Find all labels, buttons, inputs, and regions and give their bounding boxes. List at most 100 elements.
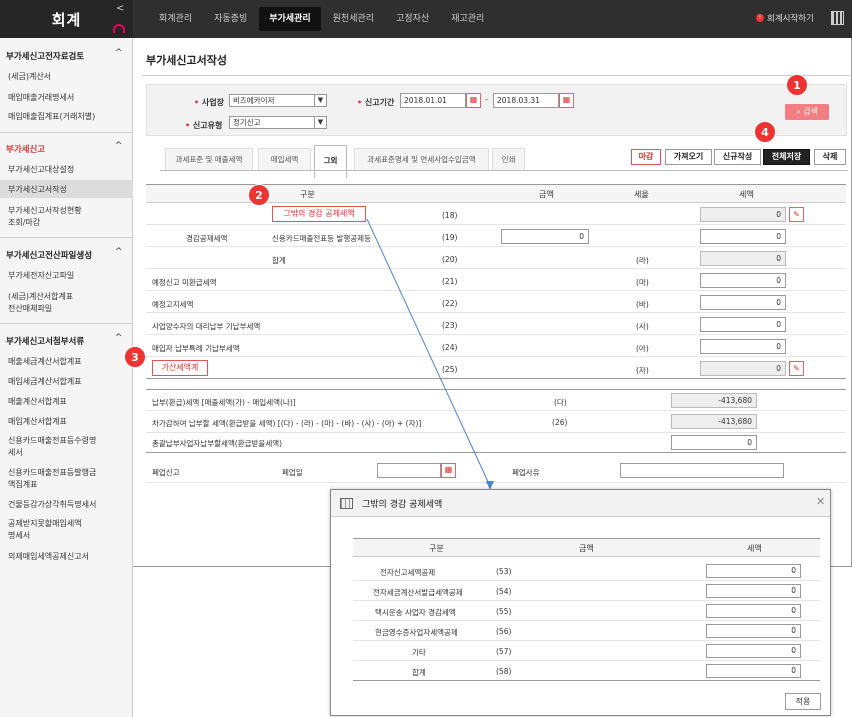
sidebar-item-attach-2[interactable]: 매입세금계산서합계표 [8,375,126,388]
type-label-text: 신고유형 [192,121,223,130]
date-to-input[interactable]: 2018.03.31 [493,93,559,108]
row-code: (다) [554,398,567,407]
tab-tax-base[interactable]: 과세표준 및 매출세액 [165,148,253,170]
sidebar-item-attach-7[interactable]: 건물등감가상각취득명세서 [8,498,126,511]
nav-item-fixed-assets[interactable]: 고정자산 [386,7,439,31]
sidebar-section-vat-report[interactable]: 부가세신고 [6,143,45,155]
sidebar-section-attachments[interactable]: 부가세신고서첨부서류 [6,335,84,347]
apply-button[interactable]: 적용 [785,693,821,710]
save-all-button[interactable]: 전체저장 [763,149,810,165]
sidebar-section-file-gen[interactable]: 부가세신고전산파일생성 [6,249,92,261]
start-guide-button[interactable]: ! 회계시작하기 [756,12,814,24]
close-button[interactable]: 마감 [631,149,661,165]
start-guide-label: 회계시작하기 [767,14,814,24]
biz-label-text: 사업장 [201,98,225,107]
tax-input[interactable]: 0 [700,229,786,244]
tax-input[interactable]: 0 [671,435,757,450]
close-icon[interactable]: ✕ [816,495,825,508]
sidebar-item-attach-1[interactable]: 매출세금계산서합계표 [8,355,126,368]
tax-input[interactable]: 0 [706,584,801,598]
pencil-icon[interactable]: ✎ [789,207,804,222]
row-code: (20) [442,255,458,264]
row-label: 예정신고 미환급세액 [152,278,217,287]
tax-input[interactable]: 0 [706,644,801,658]
other-deduction-button[interactable]: 그밖의 경감 공제세액 [272,206,366,222]
chevron-up-icon[interactable]: ^ [115,333,123,343]
calendar-icon[interactable]: ▦ [441,463,456,478]
table-row: 납부(환급)세액 [매출세액(가) - 매입세액(나)] (다) -413,68… [146,389,846,411]
tab-purchase-tax[interactable]: 매입세액 [258,148,311,170]
headset-icon[interactable] [113,24,125,33]
sidebar-item-media-file[interactable]: 전산매체파일 [8,302,126,315]
nav-item-withholding[interactable]: 원천세관리 [323,7,384,31]
sidebar-item-summary[interactable]: 매입매출집계표(거래처별) [8,110,126,123]
closure-reason-input[interactable] [620,463,784,478]
period-label-text: 신고기간 [364,98,395,107]
divider [0,237,133,238]
period-label: • 신고기간 [357,98,395,107]
tax-value: 0 [700,361,786,376]
biz-select[interactable]: 비즈에카이저 ▼ [229,94,327,107]
row-code: (19) [442,233,458,242]
table-row: 가산세액계 (25) (자) 0 ✎ [146,357,846,379]
chevron-up-icon[interactable]: ^ [115,247,123,257]
sidebar-item-trade-statement[interactable]: 매입매출거래명세서 [8,91,126,104]
sidebar-item-e-file[interactable]: 부가세전자신고파일 [8,269,126,282]
sidebar-item-invoice[interactable]: (세금)계산서 [8,70,126,83]
delete-button[interactable]: 삭제 [814,149,846,165]
divider [0,323,133,324]
fetch-button[interactable]: 가져오기 [665,149,712,165]
tax-input[interactable]: 0 [706,564,801,578]
penalty-tax-button[interactable]: 가산세액계 [152,360,208,376]
tax-input[interactable]: 0 [700,295,786,310]
tax-value: -413,680 [671,393,757,408]
sidebar-item-report-write[interactable]: 부가세신고서작성 [8,183,126,196]
table-row: 합계 (20) (라) 0 [146,247,846,269]
amount-input[interactable]: 0 [501,229,589,244]
nav-item-vat[interactable]: 부가세관리 [259,7,321,31]
tab-print[interactable]: 인쇄 [492,148,525,170]
type-select[interactable]: 정기신고 ▼ [229,116,327,129]
nav-item-inventory[interactable]: 재고관리 [441,7,494,31]
date-from-input[interactable]: 2018.01.01 [400,93,466,108]
row-label: 현금영수증사업자세액공제 [375,628,458,637]
sidebar-item-attach-4[interactable]: 매입계산서합계표 [8,415,126,428]
table-row: 경감공제세액 신용카드매출전표등 발행공제등 (19) 0 0 [146,225,846,247]
nav-item-accounting[interactable]: 회계관리 [149,7,202,31]
tax-input[interactable]: 0 [706,664,801,678]
sidebar-item-report-status-2[interactable]: 조회/마감 [8,216,126,229]
search-button[interactable]: ⌕ 검색 [785,104,829,120]
row-label: 합계 [412,668,426,677]
sidebar-section-review[interactable]: 부가세신고전자료검토 [6,50,84,62]
sidebar-item-attach-9[interactable]: 의제매입세액공제신고서 [8,550,126,563]
chevron-left-icon[interactable]: < [116,3,124,14]
tax-input[interactable]: 0 [700,317,786,332]
tax-input[interactable]: 0 [706,624,801,638]
step-badge-2: 2 [248,184,270,206]
sidebar-item-report-target[interactable]: 부가세신고대상설정 [8,163,126,176]
tab-other[interactable]: 그외 [314,145,347,178]
sidebar-item-attach-6b[interactable]: 액집계표 [8,478,126,491]
row-label: 차가감하여 납부할 세액(환급받을 세액) [(다) - (라) - (마) -… [152,419,422,428]
type-select-value: 정기신고 [233,118,261,127]
sidebar-item-attach-8b[interactable]: 명세서 [8,529,126,542]
alert-icon: ! [756,14,764,22]
page-title: 부가세신고서작성 [146,54,227,67]
calendar-icon[interactable]: ▦ [559,93,574,108]
tax-input[interactable]: 0 [706,604,801,618]
tax-input[interactable]: 0 [700,273,786,288]
tax-input[interactable]: 0 [700,339,786,354]
sidebar-item-attach-5b[interactable]: 세서 [8,446,126,459]
calendar-icon[interactable]: ▦ [466,93,481,108]
table-row: 매입자 납부특례 기납부세액 (24) (아) 0 [146,335,846,357]
pencil-icon[interactable]: ✎ [789,361,804,376]
calculator-icon[interactable] [831,11,844,25]
new-button[interactable]: 신규작성 [714,149,761,165]
closure-date-input[interactable] [377,463,441,478]
chevron-up-icon[interactable]: ^ [115,141,123,151]
tab-tax-base-details[interactable]: 과세표준명세 및 면세사업수입금액 [354,148,489,170]
row-label: 합계 [272,256,286,265]
chevron-up-icon[interactable]: ^ [115,48,123,58]
sidebar-item-attach-3[interactable]: 매출계산서합계표 [8,395,126,408]
nav-item-auto-evidence[interactable]: 자동증빙 [204,7,257,31]
